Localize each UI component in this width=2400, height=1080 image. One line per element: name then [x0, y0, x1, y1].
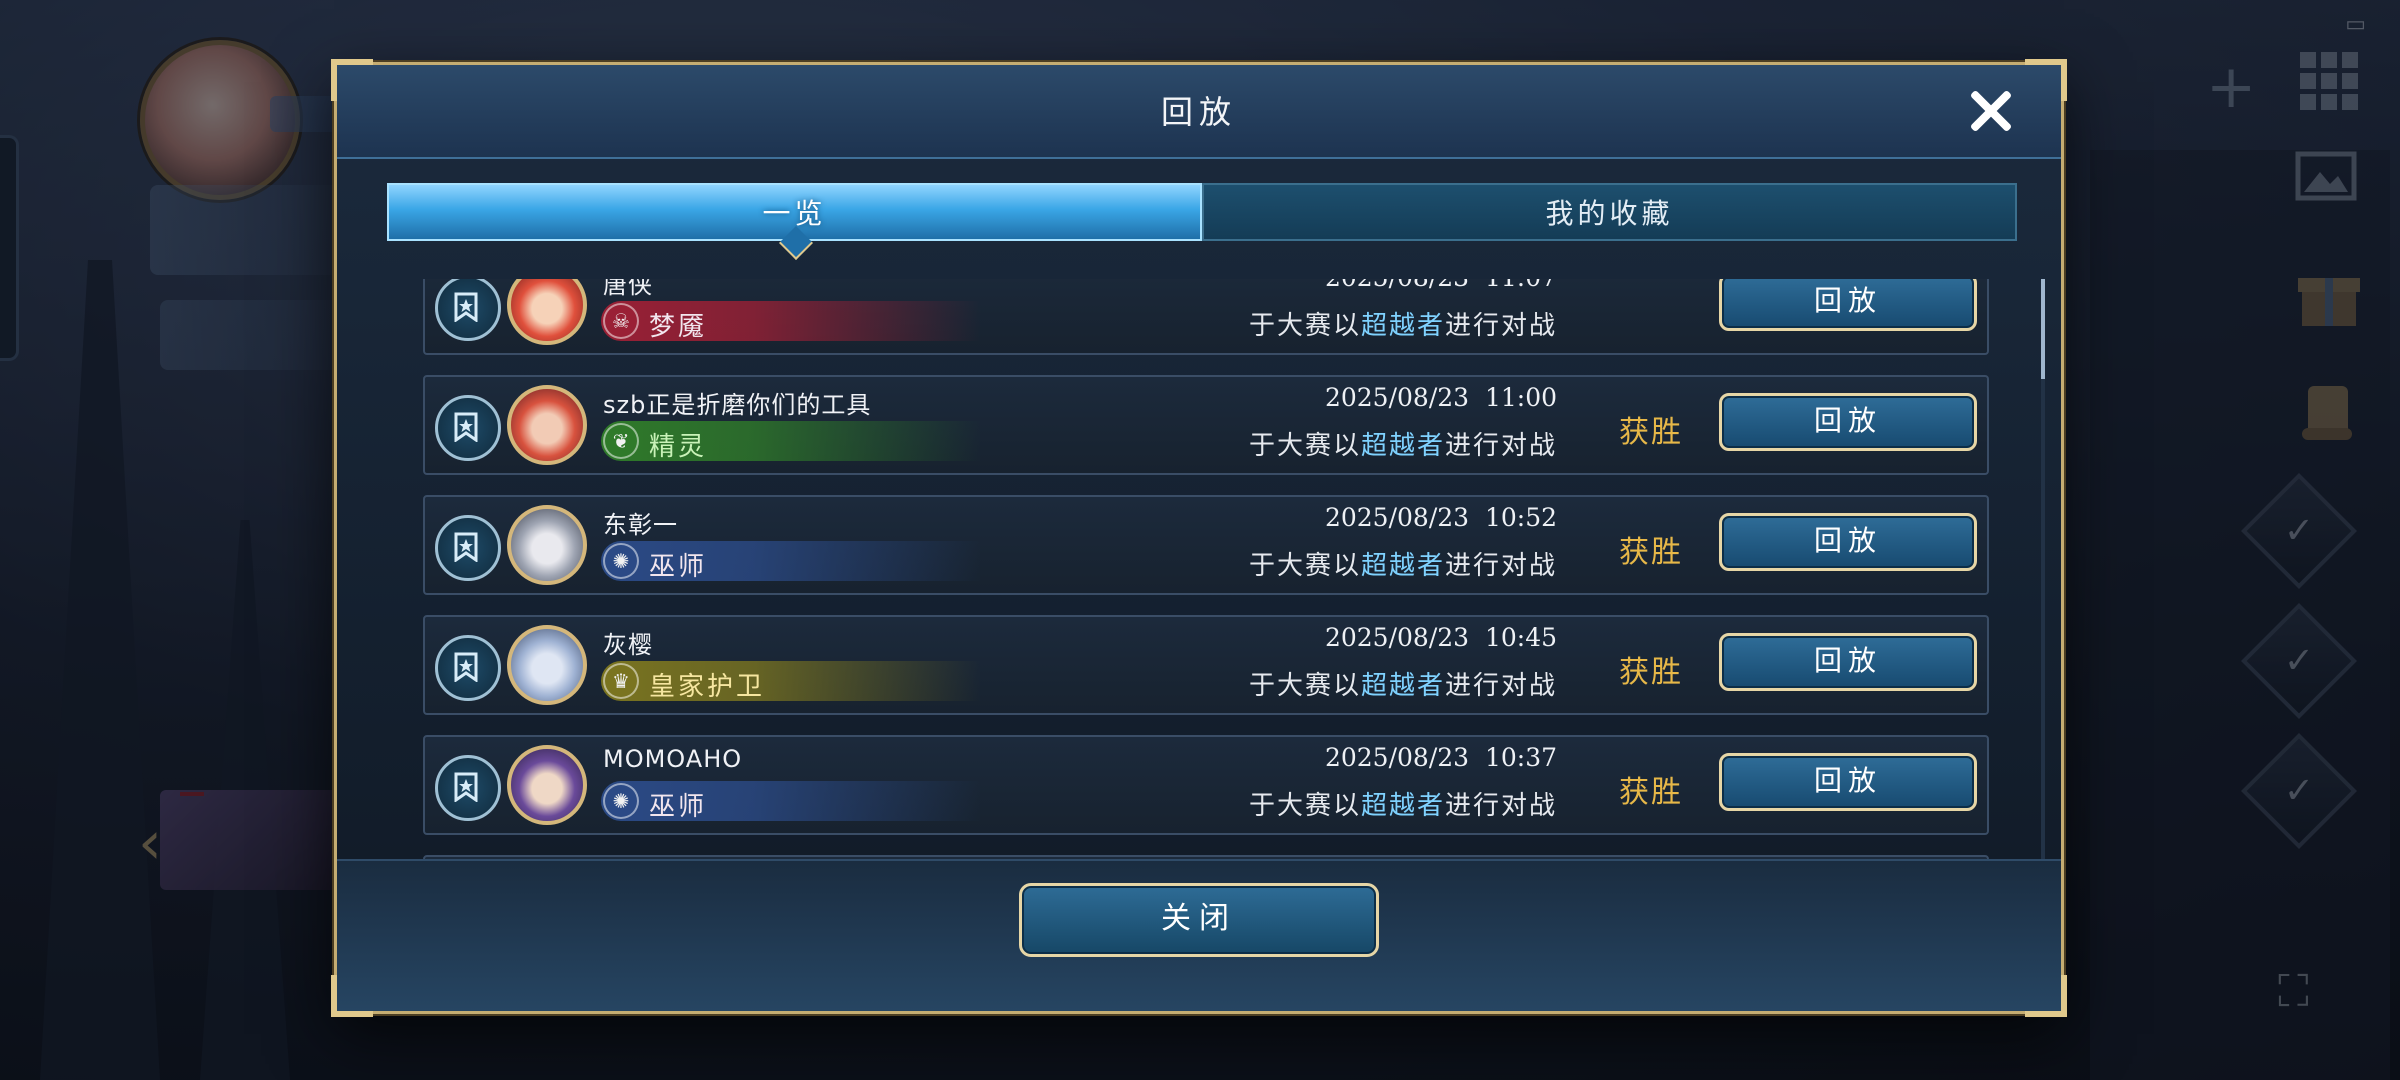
match-datetime: 2025/08/23 11:00 [1324, 383, 1557, 412]
desc-suffix: 进行对战 [1444, 311, 1557, 341]
avatar [507, 279, 587, 345]
class-name: 皇家护卫 [649, 672, 766, 702]
crown-icon: ♛ [603, 663, 639, 699]
desc-suffix: 进行对战 [1444, 431, 1557, 461]
replay-row: 唐侠 ☠ 梦魇 2025/08/23 11:07 于大赛以超越者进行对战 回放 [423, 279, 1989, 355]
class-badge: ✺ 巫师 [601, 541, 981, 582]
nightmare-icon: ☠ [603, 303, 639, 339]
desc-suffix: 进行对战 [1444, 791, 1557, 821]
leaf-icon: ❦ [603, 423, 639, 459]
rank-highlight: 超越者 [1360, 791, 1445, 821]
avatar [507, 625, 587, 705]
desc-prefix: 于大赛以 [1248, 791, 1361, 821]
match-datetime: 2025/08/23 10:52 [1324, 503, 1557, 532]
tab-label: 我的收藏 [1545, 197, 1674, 230]
tab-bar: 一览 我的收藏 [387, 183, 2017, 260]
class-name: 梦魇 [649, 312, 708, 342]
match-description: 于大赛以超越者进行对战 [1249, 785, 1557, 822]
rank-highlight: 超越者 [1360, 311, 1445, 341]
match-datetime: 2025/08/23 11:07 [1325, 279, 1557, 292]
class-badge: ✺ 巫师 [601, 781, 981, 822]
rune-icon: ✺ [603, 543, 639, 579]
replay-button[interactable]: 回放 [1719, 633, 1977, 691]
player-name: szb正是折磨你们的工具 [603, 391, 872, 419]
rune-icon: ✺ [603, 783, 639, 819]
dialog-header: 回放 [337, 65, 2061, 159]
replay-row: szb正是折磨你们的工具 ❦ 精灵 2025/08/23 11:00 于大赛以超… [423, 375, 1989, 475]
desc-suffix: 进行对战 [1444, 671, 1557, 701]
avatar [507, 505, 587, 585]
player-name: MOMOAHO [603, 745, 743, 773]
player-name: 东彰一 [603, 511, 678, 539]
scrollbar-thumb[interactable] [2041, 279, 2045, 379]
desc-suffix: 进行对战 [1444, 551, 1557, 581]
result-label: 获胜 [1619, 415, 1683, 450]
match-description: 于大赛以超越者进行对战 [1249, 425, 1557, 462]
class-name: 精灵 [649, 432, 708, 462]
avatar [507, 745, 587, 825]
class-badge: ☠ 梦魇 [601, 301, 981, 342]
match-description: 于大赛以超越者进行对战 [1249, 545, 1557, 582]
dialog-title: 回放 [1160, 93, 1237, 131]
desc-prefix: 于大赛以 [1248, 311, 1361, 341]
tab-indicator [778, 226, 813, 260]
avatar [507, 385, 587, 465]
result-label: 获胜 [1619, 535, 1683, 570]
replay-row: 东彰一 ✺ 巫师 2025/08/23 10:52 于大赛以超越者进行对战 获胜… [423, 495, 1989, 595]
bookmark-star-icon[interactable] [435, 515, 501, 581]
bookmark-star-icon[interactable] [435, 395, 501, 461]
desc-prefix: 于大赛以 [1248, 671, 1361, 701]
replay-row: MOMOAHO ✺ 巫师 2025/08/23 10:37 于大赛以超越者进行对… [423, 735, 1989, 835]
close-button[interactable]: 关闭 [1019, 883, 1379, 957]
replay-row: 灰樱 ♛ 皇家护卫 2025/08/23 10:45 于大赛以超越者进行对战 获… [423, 615, 1989, 715]
class-name: 巫师 [649, 792, 708, 822]
close-icon[interactable] [1963, 83, 2019, 139]
dialog-footer: 关闭 [337, 859, 2061, 1011]
rank-highlight: 超越者 [1360, 431, 1445, 461]
desc-prefix: 于大赛以 [1248, 431, 1361, 461]
replay-button[interactable]: 回放 [1719, 513, 1977, 571]
match-description: 于大赛以超越者进行对战 [1249, 305, 1557, 342]
match-description: 于大赛以超越者进行对战 [1249, 665, 1557, 702]
bookmark-star-icon[interactable] [435, 755, 501, 821]
class-badge: ♛ 皇家护卫 [601, 661, 981, 702]
bookmark-star-icon[interactable] [435, 279, 501, 341]
replay-dialog: 回放 一览 我的收藏 唐侠 ☠ 梦魇 2025/08/23 11:07 于大赛以… [331, 59, 2067, 1017]
match-datetime: 2025/08/23 10:45 [1324, 623, 1557, 652]
rank-highlight: 超越者 [1360, 671, 1445, 701]
result-label: 获胜 [1619, 775, 1683, 810]
tab-label: 一览 [762, 197, 827, 230]
player-name: 唐侠 [603, 279, 653, 299]
replay-button[interactable]: 回放 [1719, 753, 1977, 811]
tab-favorites[interactable]: 我的收藏 [1202, 183, 2017, 241]
replay-list[interactable]: 唐侠 ☠ 梦魇 2025/08/23 11:07 于大赛以超越者进行对战 回放 … [423, 279, 1989, 889]
rank-highlight: 超越者 [1360, 551, 1445, 581]
desc-prefix: 于大赛以 [1248, 551, 1361, 581]
replay-button[interactable]: 回放 [1719, 279, 1977, 331]
replay-button[interactable]: 回放 [1719, 393, 1977, 451]
match-datetime: 2025/08/23 10:37 [1324, 743, 1557, 772]
class-badge: ❦ 精灵 [601, 421, 981, 462]
result-label: 获胜 [1619, 655, 1683, 690]
class-name: 巫师 [649, 552, 708, 582]
tab-all[interactable]: 一览 [387, 183, 1202, 260]
player-name: 灰樱 [603, 631, 653, 659]
scrollbar[interactable] [2041, 279, 2045, 879]
bookmark-star-icon[interactable] [435, 635, 501, 701]
